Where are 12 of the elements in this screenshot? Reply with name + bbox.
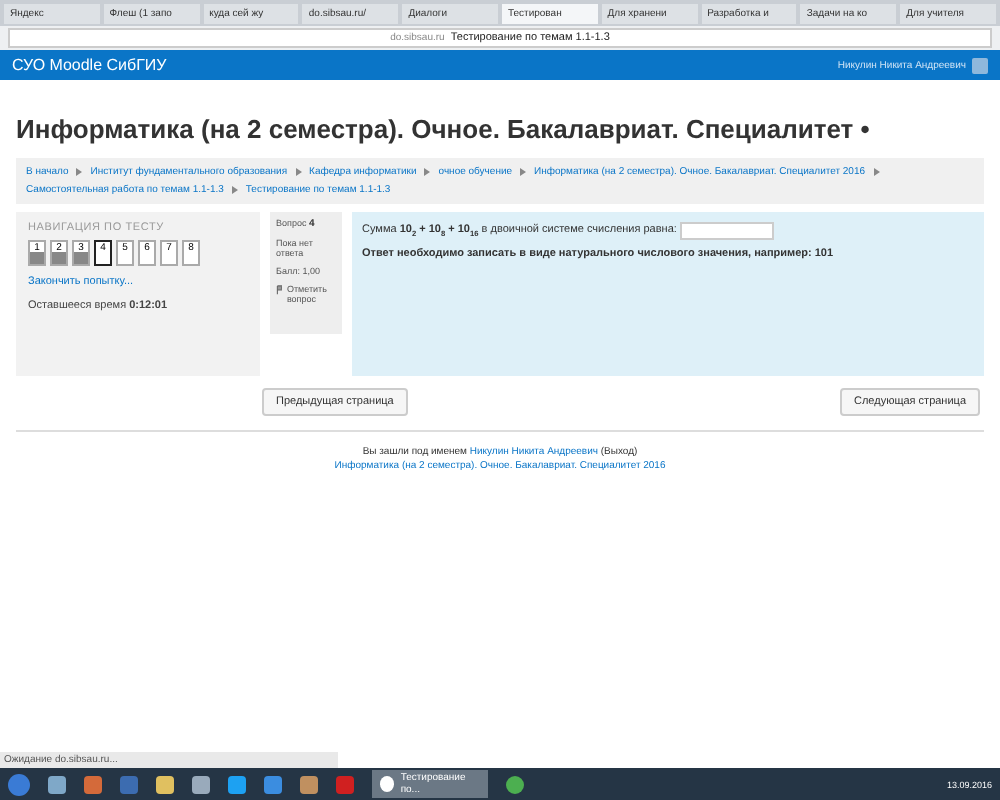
separator-icon xyxy=(424,168,431,176)
app-icon[interactable] xyxy=(506,775,524,793)
separator-icon xyxy=(873,168,880,176)
separator-icon xyxy=(295,168,302,176)
separator-icon xyxy=(520,168,527,176)
flag-icon[interactable] xyxy=(276,284,283,296)
start-icon[interactable] xyxy=(8,773,30,795)
answer-field[interactable] xyxy=(680,222,775,240)
site-brand[interactable]: СУО Moodle СибГИУ xyxy=(12,56,167,74)
separator-icon xyxy=(76,168,83,176)
separator-icon xyxy=(231,186,238,194)
page-title: Информатика (на 2 семестра). Очное. Бакалавриат. Специалитет • xyxy=(16,114,872,144)
